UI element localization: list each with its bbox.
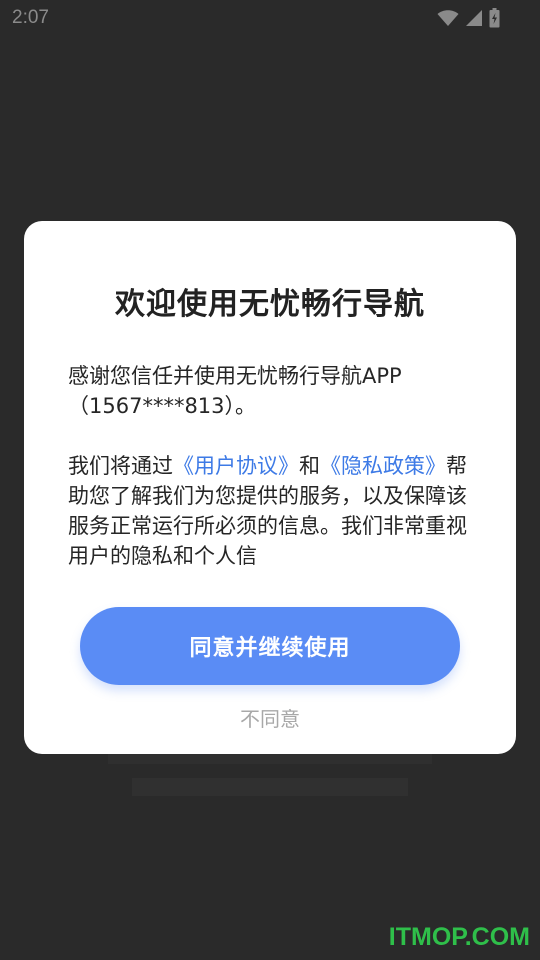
dialog-body[interactable]: 感谢您信任并使用无忧畅行导航APP（1567****813）。 我们将通过《用户… — [68, 361, 472, 571]
user-agreement-link[interactable]: 《用户协议》 — [173, 454, 299, 478]
background-bar — [132, 778, 408, 796]
disagree-button[interactable]: 不同意 — [24, 703, 516, 732]
paragraph-text: 我们将通过 — [68, 454, 173, 478]
status-bar: 2:07 — [0, 0, 540, 36]
dialog-paragraph-intro: 感谢您信任并使用无忧畅行导航APP（1567****813）。 — [68, 364, 402, 418]
dialog-paragraph-policy: 我们将通过《用户协议》和《隐私政策》帮助您了解我们为您提供的服务，以及保障该服务… — [68, 451, 472, 571]
status-time: 2:07 — [12, 7, 49, 28]
privacy-dialog: 欢迎使用无忧畅行导航 感谢您信任并使用无忧畅行导航APP（1567****813… — [24, 221, 516, 754]
wifi-icon — [437, 9, 459, 27]
dialog-title: 欢迎使用无忧畅行导航 — [115, 287, 425, 322]
privacy-policy-link[interactable]: 《隐私政策》 — [320, 454, 446, 478]
battery-icon — [489, 8, 500, 28]
status-icons — [437, 8, 500, 28]
agree-continue-button[interactable]: 同意并继续使用 — [80, 607, 460, 685]
signal-icon — [465, 9, 483, 27]
watermark-logo: ITMOP.COM — [388, 923, 530, 951]
paragraph-text: 和 — [299, 454, 320, 478]
